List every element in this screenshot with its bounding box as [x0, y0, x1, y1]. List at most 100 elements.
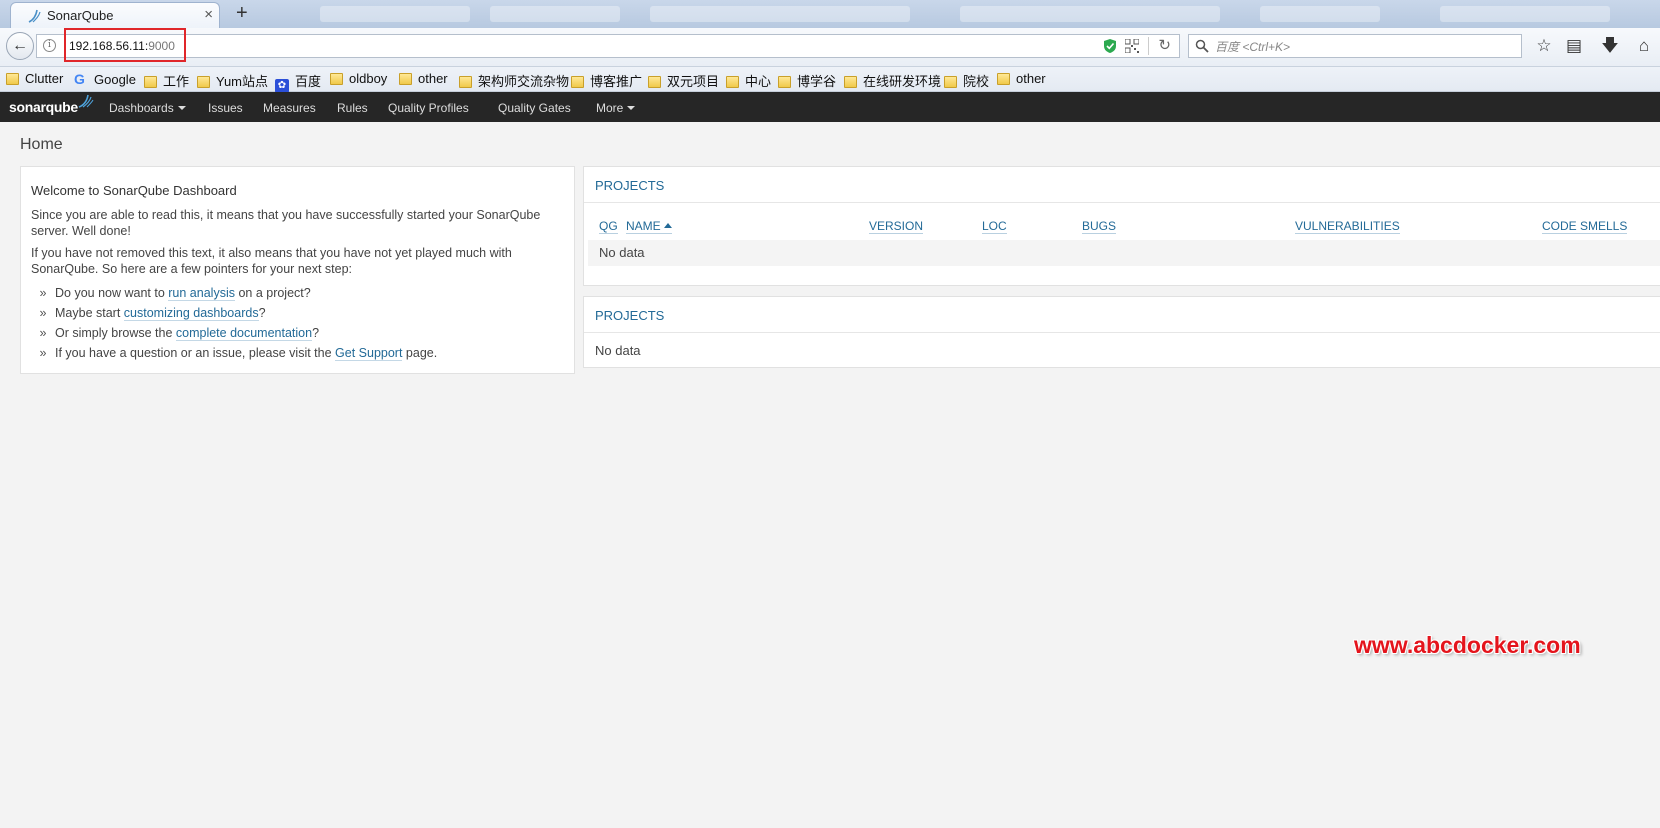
- bookmark-label: 双元项目: [667, 74, 720, 89]
- sonarqube-logo[interactable]: sonarqube: [9, 99, 78, 115]
- background-tab[interactable]: [1440, 6, 1610, 22]
- search-icon: [1195, 39, 1209, 53]
- welcome-paragraph-2: If you have not removed this text, it al…: [31, 246, 512, 276]
- url-divider: [1148, 37, 1149, 55]
- nav-issues[interactable]: Issues: [208, 101, 243, 115]
- folder-icon: [778, 76, 791, 88]
- bookmark-label: 架构师交流杂物: [478, 74, 570, 89]
- folder-icon: [944, 76, 957, 88]
- nav-more[interactable]: More: [596, 101, 636, 115]
- browser-tab-sonarqube[interactable]: SonarQube ×: [10, 2, 220, 28]
- nav-quality-gates[interactable]: Quality Gates: [498, 101, 571, 115]
- get-support-link[interactable]: Get Support: [335, 346, 403, 361]
- projects-heading: PROJECTS: [595, 308, 665, 323]
- nav-rules[interactable]: Rules: [337, 101, 368, 115]
- search-bar[interactable]: [1188, 34, 1522, 58]
- list-item: » Or simply browse the complete documenta…: [31, 323, 437, 343]
- home-icon[interactable]: ⌂: [1634, 36, 1654, 56]
- column-vulnerabilities[interactable]: VULNERABILITIES: [1295, 219, 1400, 234]
- run-analysis-link[interactable]: run analysis: [168, 286, 235, 301]
- shield-icon[interactable]: [1103, 38, 1117, 54]
- address-bar[interactable]: i 192.168.56.11:9000 ↻: [36, 34, 1180, 58]
- list-item: » Do you now want to run analysis on a pr…: [31, 283, 437, 303]
- bookmark-other-2[interactable]: other: [997, 71, 1046, 87]
- bookmark-other[interactable]: other: [399, 71, 448, 87]
- background-tab[interactable]: [320, 6, 470, 22]
- list-item: » If you have a question or an issue, ple…: [31, 343, 437, 363]
- bookmark-label: Yum站点: [216, 74, 269, 89]
- bookmark-label: 中心: [745, 74, 772, 89]
- new-tab-button[interactable]: +: [236, 2, 248, 25]
- column-name-label: NAME: [626, 219, 661, 233]
- bookmark-school[interactable]: 院校: [944, 71, 989, 89]
- bookmark-architect[interactable]: 架构师交流杂物: [459, 71, 570, 89]
- folder-icon: [997, 73, 1010, 85]
- bookmark-google[interactable]: G Google: [74, 71, 136, 87]
- column-name[interactable]: NAME: [626, 219, 672, 234]
- background-tab[interactable]: [650, 6, 910, 22]
- bookmark-baidu[interactable]: ✿ 百度: [275, 71, 322, 93]
- bookmark-online-dev[interactable]: 在线研发环境: [844, 71, 942, 89]
- background-tab[interactable]: [1260, 6, 1380, 22]
- folder-icon: [571, 76, 584, 88]
- tab-close-icon[interactable]: ×: [204, 6, 213, 23]
- bookmark-label: 博客推广: [590, 74, 643, 89]
- nav-dashboards[interactable]: Dashboards: [109, 101, 186, 115]
- column-version[interactable]: VERSION: [869, 219, 924, 234]
- complete-documentation-link[interactable]: complete documentation: [175, 326, 313, 341]
- bullet-icon: »: [39, 286, 47, 300]
- bookmark-blog[interactable]: 博客推广: [571, 71, 643, 89]
- folder-icon: [726, 76, 739, 88]
- bookmark-label: 工作: [163, 74, 190, 89]
- bookmark-yum[interactable]: Yum站点: [197, 71, 269, 89]
- list-item-text: Or simply browse the: [55, 326, 176, 340]
- bookmark-label: other: [418, 71, 448, 86]
- bullet-icon: »: [39, 346, 47, 360]
- bookmark-clutter[interactable]: Clutter: [6, 71, 63, 87]
- bookmark-star-icon[interactable]: ☆: [1534, 36, 1554, 56]
- search-input[interactable]: [1213, 37, 1517, 57]
- list-item-text: Do you now want to: [55, 286, 169, 300]
- info-icon[interactable]: i: [43, 39, 56, 52]
- back-arrow-icon[interactable]: ←: [6, 32, 34, 60]
- qr-code-icon[interactable]: [1125, 39, 1139, 53]
- list-item-text: ?: [258, 306, 266, 320]
- download-icon[interactable]: 🡇: [1600, 36, 1620, 56]
- background-tab[interactable]: [960, 6, 1220, 22]
- browser-navigation-bar: ← i 192.168.56.11:9000 ↻ ☆ ▤ 🡇 ⌂: [0, 28, 1660, 67]
- column-code-smells[interactable]: CODE SMELLS: [1542, 219, 1628, 234]
- bookmark-label: other: [1016, 71, 1046, 86]
- projects-heading: PROJECTS: [595, 178, 665, 193]
- bookmark-label: 在线研发环境: [863, 74, 942, 89]
- column-bugs[interactable]: BUGS: [1082, 219, 1117, 234]
- no-data-text: No data: [599, 245, 645, 260]
- folder-icon: [330, 73, 343, 85]
- welcome-title: Welcome to SonarQube Dashboard: [31, 183, 237, 198]
- bookmark-center[interactable]: 中心: [726, 71, 772, 89]
- folder-icon: [648, 76, 661, 88]
- bookmark-label: 百度: [295, 74, 322, 89]
- bookmark-work[interactable]: 工作: [144, 71, 190, 89]
- baidu-paw-icon: ✿: [275, 79, 289, 93]
- nav-measures[interactable]: Measures: [263, 101, 316, 115]
- column-qg[interactable]: QG: [599, 219, 618, 234]
- tab-title: SonarQube: [47, 8, 114, 23]
- reading-list-icon[interactable]: ▤: [1564, 36, 1584, 56]
- bookmark-oldboy[interactable]: oldboy: [330, 71, 387, 87]
- browser-tab-bar: SonarQube × +: [0, 0, 1660, 28]
- table-row: No data: [588, 240, 1660, 266]
- widget-header: PROJECTS: [584, 167, 1660, 203]
- widget-header: PROJECTS: [584, 297, 1660, 333]
- caret-down-icon: [627, 106, 636, 110]
- bookmarks-bar: Clutter G Google 工作 Yum站点 ✿ 百度 oldboy othe…: [0, 67, 1660, 93]
- welcome-widget: Welcome to SonarQube Dashboard Since you…: [20, 166, 575, 374]
- background-tab[interactable]: [490, 6, 620, 22]
- bookmark-project[interactable]: 双元项目: [648, 71, 720, 89]
- list-item-text: Maybe start: [55, 306, 124, 320]
- column-loc[interactable]: LOC: [982, 219, 1007, 234]
- watermark: www.abcdocker.com: [1354, 632, 1581, 658]
- bookmark-boxuegu[interactable]: 博学谷: [778, 71, 836, 89]
- customizing-dashboards-link[interactable]: customizing dashboards: [123, 306, 259, 321]
- nav-quality-profiles[interactable]: Quality Profiles: [388, 101, 469, 115]
- reload-icon[interactable]: ↻: [1158, 36, 1171, 54]
